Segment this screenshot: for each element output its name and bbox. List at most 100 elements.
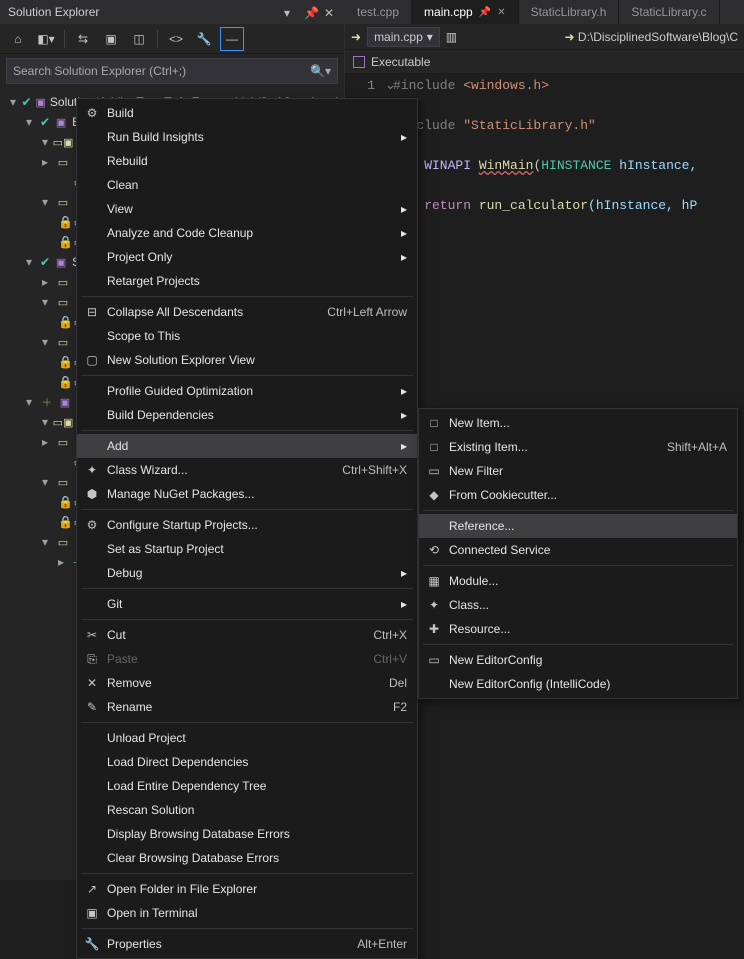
- menu-item-rescan-solution[interactable]: Rescan Solution: [77, 798, 417, 822]
- menu-item-display-browsing-database-errors[interactable]: Display Browsing Database Errors: [77, 822, 417, 846]
- menu-label: Add: [103, 439, 389, 453]
- module-icon: [353, 56, 365, 68]
- menu-label: From Cookiecutter...: [445, 488, 727, 502]
- file-combo[interactable]: main.cpp▾: [367, 27, 440, 47]
- menu-label: Open Folder in File Explorer: [103, 882, 407, 896]
- arrow-icon: ➜: [565, 30, 575, 44]
- ✂-icon: ✂: [81, 628, 103, 642]
- menu-item-clear-browsing-database-errors[interactable]: Clear Browsing Database Errors: [77, 846, 417, 870]
- tab-main-cpp[interactable]: main.cpp 📌 ✕: [412, 0, 519, 24]
- code-token: WINAPI: [416, 158, 478, 173]
- menu-item-set-as-startup-project[interactable]: Set as Startup Project: [77, 537, 417, 561]
- menu-item-view[interactable]: View▸: [77, 197, 417, 221]
- menu-item-profile-guided-optimization[interactable]: Profile Guided Optimization▸: [77, 379, 417, 403]
- ⟲-icon: ⟲: [423, 543, 445, 557]
- chevron-right-icon: ▸: [389, 597, 407, 611]
- menu-item-scope-to-this[interactable]: Scope to This: [77, 324, 417, 348]
- menu-label: Rebuild: [103, 154, 407, 168]
- menu-label: Unload Project: [103, 731, 407, 745]
- context-menu: ⚙BuildRun Build Insights▸ Rebuild CleanVie…: [76, 98, 418, 959]
- menu-item-retarget-projects[interactable]: Retarget Projects: [77, 269, 417, 293]
- menu-item-manage-nuget-packages[interactable]: ⬢Manage NuGet Packages...: [77, 482, 417, 506]
- menu-item-new-editorconfig-intellicode[interactable]: New EditorConfig (IntelliCode): [419, 672, 737, 696]
- menu-label: New EditorConfig: [445, 653, 727, 667]
- menu-shortcut: Ctrl+Shift+X: [330, 463, 407, 477]
- menu-separator: [81, 588, 413, 589]
- menu-item-new-solution-explorer-view[interactable]: ▢New Solution Explorer View: [77, 348, 417, 372]
- menu-item-class[interactable]: ✦Class...: [419, 593, 737, 617]
- menu-item-class-wizard[interactable]: ✦Class Wizard...Ctrl+Shift+X: [77, 458, 417, 482]
- project-icon: ▣: [58, 395, 72, 409]
- menu-item-load-entire-dependency-tree[interactable]: Load Entire Dependency Tree: [77, 774, 417, 798]
- home-icon[interactable]: ⌂: [6, 27, 30, 51]
- menu-separator: [423, 510, 733, 511]
- code-text[interactable]: ⌄#include <windows.h> #include "StaticLi…: [385, 74, 697, 236]
- menu-item-rename[interactable]: ✎RenameF2: [77, 695, 417, 719]
- close-icon[interactable]: ✕: [324, 6, 336, 18]
- tab-staticlibrary-c[interactable]: StaticLibrary.c: [619, 0, 719, 24]
- menu-item-from-cookiecutter[interactable]: ◆From Cookiecutter...: [419, 483, 737, 507]
- menu-item-collapse-all-descendants[interactable]: ⊟Collapse All DescendantsCtrl+Left Arrow: [77, 300, 417, 324]
- menu-item-project-only[interactable]: Project Only▸: [77, 245, 417, 269]
- menu-item-properties[interactable]: 🔧PropertiesAlt+Enter: [77, 932, 417, 956]
- menu-shortcut: Ctrl+V: [361, 652, 407, 666]
- refresh-icon[interactable]: ◫: [127, 27, 151, 51]
- menu-item-debug[interactable]: Debug▸: [77, 561, 417, 585]
- menu-item-existing-item[interactable]: □Existing Item...Shift+Alt+A: [419, 435, 737, 459]
- crumb-label: Executable: [371, 55, 430, 69]
- menu-item-new-editorconfig[interactable]: ▭New EditorConfig: [419, 648, 737, 672]
- menu-item-new-filter[interactable]: ▭New Filter: [419, 459, 737, 483]
- chevron-right-icon: ▸: [389, 408, 407, 422]
- ✎-icon: ✎: [81, 700, 103, 714]
- menu-label: Build Dependencies: [103, 408, 389, 422]
- menu-item-unload-project[interactable]: Unload Project: [77, 726, 417, 750]
- menu-item-clean[interactable]: Clean: [77, 173, 417, 197]
- menu-item-module[interactable]: ▦Module...: [419, 569, 737, 593]
- ⚙-icon: ⚙: [81, 518, 103, 532]
- menu-item-new-item[interactable]: □New Item...: [419, 411, 737, 435]
- menu-item-git[interactable]: Git▸: [77, 592, 417, 616]
- menu-item-build[interactable]: ⚙Build: [77, 101, 417, 125]
- code-token: WinMain: [479, 158, 534, 173]
- menu-item-add[interactable]: Add▸: [77, 434, 417, 458]
- menu-item-resource[interactable]: ✚Resource...: [419, 617, 737, 641]
- menu-item-reference[interactable]: Reference...: [419, 514, 737, 538]
- dropdown-icon[interactable]: ▾: [284, 6, 296, 18]
- pin-icon[interactable]: 📌: [304, 6, 316, 18]
- menu-item-build-dependencies[interactable]: Build Dependencies▸: [77, 403, 417, 427]
- sync-icon[interactable]: ⇆: [71, 27, 95, 51]
- menu-item-remove[interactable]: ✕RemoveDel: [77, 671, 417, 695]
- preview-icon[interactable]: —: [220, 27, 244, 51]
- switch-views-icon[interactable]: ◧▾: [34, 27, 58, 51]
- pin-icon[interactable]: 📌: [479, 7, 491, 18]
- chevron-right-icon: ▸: [389, 566, 407, 580]
- tab-test-cpp[interactable]: test.cpp: [345, 0, 412, 24]
- close-icon[interactable]: ✕: [497, 7, 505, 18]
- menu-item-configure-startup-projects[interactable]: ⚙Configure Startup Projects...: [77, 513, 417, 537]
- menu-item-rebuild[interactable]: Rebuild: [77, 149, 417, 173]
- menu-label: Existing Item...: [445, 440, 655, 454]
- ▭-icon: ▭: [423, 464, 445, 478]
- editor-crumb[interactable]: Executable: [345, 50, 744, 74]
- menu-item-load-direct-dependencies[interactable]: Load Direct Dependencies: [77, 750, 417, 774]
- menu-label: Clear Browsing Database Errors: [103, 851, 407, 865]
- menu-item-open-folder-in-file-explorer[interactable]: ↗Open Folder in File Explorer: [77, 877, 417, 901]
- menu-label: Collapse All Descendants: [103, 305, 315, 319]
- menu-label: Load Entire Dependency Tree: [103, 779, 407, 793]
- menu-item-cut[interactable]: ✂CutCtrl+X: [77, 623, 417, 647]
- show-all-icon[interactable]: <>: [164, 27, 188, 51]
- menu-item-run-build-insights[interactable]: Run Build Insights▸: [77, 125, 417, 149]
- menu-label: Set as Startup Project: [103, 542, 407, 556]
- search-input[interactable]: Search Solution Explorer (Ctrl+;) 🔍▾: [6, 58, 338, 84]
- menu-label: New EditorConfig (IntelliCode): [445, 677, 727, 691]
- pending-icon[interactable]: ▣: [99, 27, 123, 51]
- tab-staticlibrary-h[interactable]: StaticLibrary.h: [519, 0, 620, 24]
- menu-item-open-in-terminal[interactable]: ▣Open in Terminal: [77, 901, 417, 925]
- split-icon[interactable]: ▥: [446, 30, 457, 44]
- ▭-icon: ▭: [423, 653, 445, 667]
- properties-icon[interactable]: 🔧: [192, 27, 216, 51]
- menu-item-analyze-and-code-cleanup[interactable]: Analyze and Code Cleanup▸: [77, 221, 417, 245]
- panel-title-text: Solution Explorer: [8, 5, 99, 19]
- menu-item-connected-service[interactable]: ⟲Connected Service: [419, 538, 737, 562]
- tab-label: main.cpp: [424, 5, 473, 19]
